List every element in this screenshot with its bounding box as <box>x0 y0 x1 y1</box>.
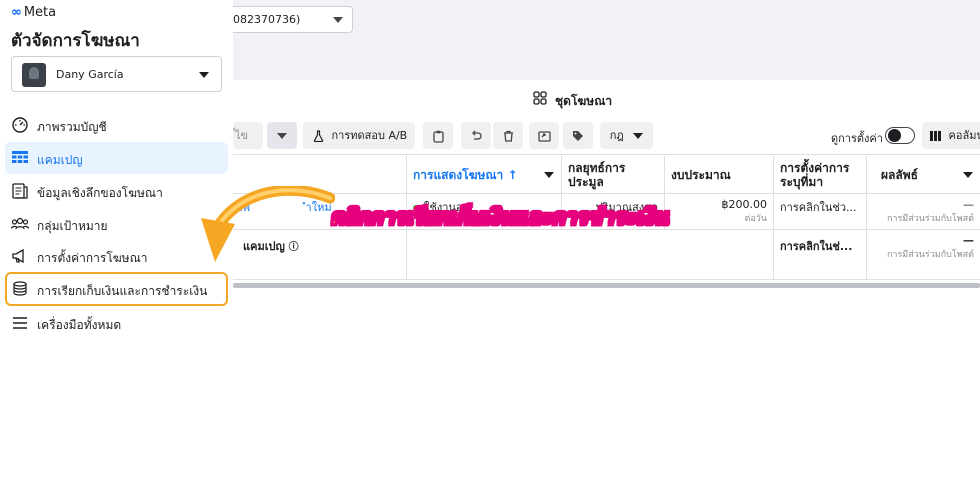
row-total-bid-cell <box>561 230 664 279</box>
sidebar-item-campaigns[interactable]: แคมเปญ <box>5 142 228 174</box>
column-header-delivery[interactable]: การแสดงโฆษณา ↑ <box>406 156 561 194</box>
sidebar-item-all-tools[interactable]: เครื่องมือทั้งหมด <box>5 307 228 339</box>
tab-ad-sets-label: ชุดโฆษณา <box>555 94 613 108</box>
tag-icon <box>573 131 583 141</box>
people-icon <box>11 217 29 230</box>
chevron-down-icon <box>544 172 554 178</box>
column-header-attribution-label: การตั้งค่าการระบุที่มา <box>780 161 850 189</box>
export-icon <box>537 131 551 142</box>
account-selector-value: 082370736) <box>233 13 301 26</box>
row-attribution-cell: การคลิกในช่ว... <box>773 194 866 229</box>
megaphone-icon <box>12 248 24 264</box>
row-results-cell: — การมีส่วนร่วมกับโพสต์ <box>866 194 980 229</box>
column-header-bid-strategy-label: กลยุทธ์การประมูล <box>568 161 626 189</box>
columns-label: คอลัมน <box>948 129 980 142</box>
grid-table-icon <box>12 151 28 163</box>
table-row-total: แคมเปญ ⓘ การคลิกในช่... — การมีส่วนร่วมก… <box>233 230 980 280</box>
avatar <box>22 63 46 87</box>
row-attribution: การคลิกในช่ว... <box>780 201 857 214</box>
row-budget: ฿200.00 <box>721 198 768 211</box>
view-settings-toggle[interactable] <box>885 127 915 144</box>
tab-ad-sets[interactable]: ชุดโฆษณา <box>523 81 980 117</box>
chevron-down-icon <box>333 17 343 23</box>
delete-button[interactable] <box>493 122 523 149</box>
sidebar-item-label: เครื่องมือทั้งหมด <box>37 318 122 332</box>
row-budget-cell[interactable]: ฿200.00 ต่อวัน <box>664 194 773 229</box>
chevron-down-icon <box>963 172 973 178</box>
sidebar-item-label: กลุ่มเป้าหมาย <box>37 219 108 233</box>
column-header-bid-strategy[interactable]: กลยุทธ์การประมูล <box>561 156 664 194</box>
sidebar-item-billing-payments[interactable]: การเรียกเก็บเงินและการชำระเงิน <box>5 272 228 306</box>
row-total-budget-cell <box>664 230 773 279</box>
column-header-budget[interactable]: งบประมาณ <box>664 156 773 194</box>
user-name: Dany García <box>56 68 124 81</box>
sidebar-item-account-overview[interactable]: ภาพรวมบัญชี <box>5 109 228 141</box>
column-header-attribution[interactable]: การตั้งค่าการระบุที่มา <box>773 156 866 194</box>
insights-icon <box>12 183 28 199</box>
column-header-delivery-label: การแสดงโฆษณา ↑ <box>413 168 518 182</box>
view-settings-label: ดูการตั้งค่า <box>831 132 883 145</box>
toggle-knob <box>888 129 901 142</box>
row-total-results: — <box>963 234 974 247</box>
sidebar-item-label: แคมเปญ <box>37 153 83 167</box>
horizontal-scrollbar[interactable] <box>233 283 980 288</box>
row-total-results-sub: การมีส่วนร่วมกับโพสต์ <box>886 250 974 260</box>
chevron-down-icon <box>633 133 644 139</box>
row-budget-period: ต่อวัน <box>744 214 767 224</box>
rules-label: กฎ <box>609 129 624 142</box>
chevron-down-icon <box>277 133 287 139</box>
row-total-results-cell: — การมีส่วนร่วมกับโพสต์ <box>866 230 980 279</box>
coins-icon <box>13 281 27 296</box>
chevron-down-icon <box>199 72 209 78</box>
edit-dropdown-button[interactable] <box>267 122 297 149</box>
tab-bar-background <box>233 46 980 80</box>
duplicate-button[interactable] <box>423 122 453 149</box>
ad-sets-icon <box>533 91 547 105</box>
ads-manager-page: 082370736) ชุดโฆษณา ้ไข การทดสอบ A/B กฎ … <box>0 0 980 481</box>
row-total-delivery-cell <box>406 230 561 279</box>
rules-dropdown[interactable]: กฎ <box>600 122 653 149</box>
ab-test-label: การทดสอบ A/B <box>331 129 408 142</box>
row-total-attribution-cell: การคลิกในช่... <box>773 230 866 279</box>
trash-icon <box>503 130 513 142</box>
row-results: — <box>963 198 974 211</box>
tab-campaigns[interactable] <box>233 81 516 117</box>
column-header-results[interactable]: ผลลัพธ์ <box>866 156 980 194</box>
menu-icon <box>13 317 27 329</box>
columns-icon <box>930 131 941 141</box>
annotation-arrow-icon <box>201 186 335 262</box>
column-header-budget-label: งบประมาณ <box>671 168 731 182</box>
account-switcher[interactable]: Dany García <box>11 56 222 92</box>
meta-infinity-icon: ∞ <box>11 5 22 20</box>
ab-test-button[interactable]: การทดสอบ A/B <box>303 122 415 149</box>
sidebar-item-label: ข้อมูลเชิงลึกของโฆษณา <box>37 186 163 200</box>
sidebar-item-label: การตั้งค่าการโฆษณา <box>37 251 148 265</box>
annotation-callout: คลิกการเรียกเก็บเงินและการชำระเงิน <box>330 205 669 230</box>
meta-brand-text: Meta <box>23 5 57 20</box>
row-results-sub: การมีส่วนร่วมกับโพสต์ <box>886 214 974 224</box>
undo-button[interactable] <box>461 122 491 149</box>
table-header: การแสดงโฆษณา ↑ กลยุทธ์การประมูล งบประมาณ… <box>233 156 980 194</box>
export-button[interactable] <box>529 122 559 149</box>
app-title: ตัวจัดการโฆษณา <box>11 31 140 51</box>
account-selector[interactable]: 082370736) <box>222 6 353 33</box>
sidebar-item-label: การเรียกเก็บเงินและการชำระเงิน <box>37 284 208 298</box>
row-total-attribution: การคลิกในช่... <box>780 240 853 253</box>
columns-button[interactable]: คอลัมน <box>922 122 980 149</box>
flask-icon <box>313 130 324 143</box>
edit-button-label: ้ไข <box>235 129 249 142</box>
meta-logo: ∞ Meta <box>11 5 56 20</box>
tag-button[interactable] <box>563 122 593 149</box>
column-header-results-label: ผลลัพธ์ <box>881 168 918 182</box>
sidebar-item-label: ภาพรวมบัญชี <box>37 120 107 134</box>
clipboard-icon <box>432 130 444 143</box>
undo-icon <box>472 130 482 140</box>
gauge-icon <box>12 117 28 133</box>
toolbar: ้ไข การทดสอบ A/B กฎ ดูการตั้งค่า คอลัม <box>233 117 980 155</box>
edit-button[interactable]: ้ไข <box>233 122 263 149</box>
